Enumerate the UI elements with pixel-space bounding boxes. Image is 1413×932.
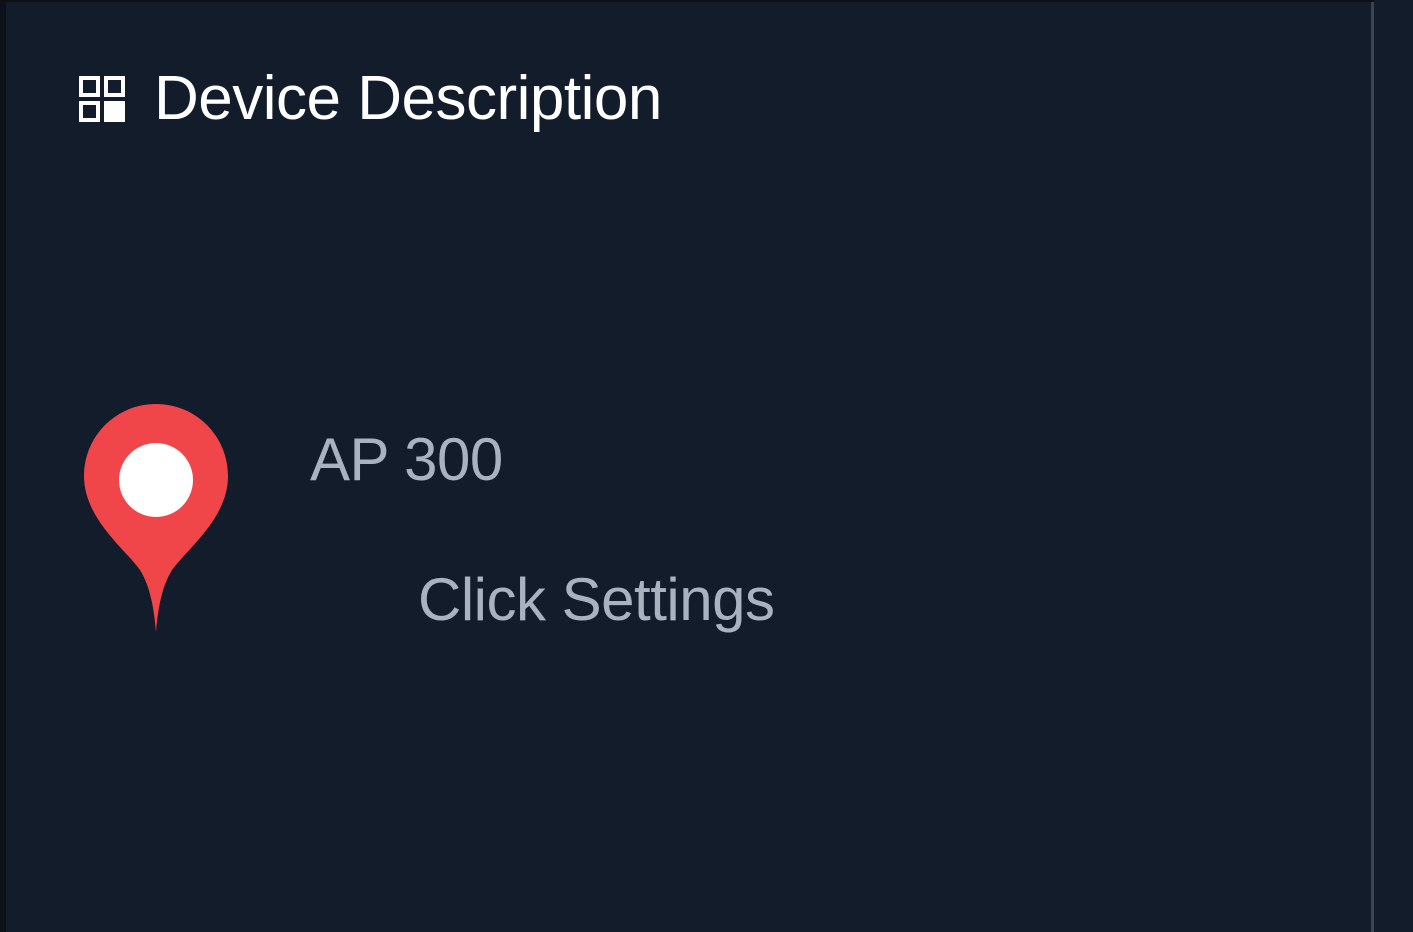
device-item[interactable]: AP 300 Click Settings [80,400,980,660]
location-pin-icon [80,400,232,636]
device-name: AP 300 [310,426,503,493]
device-description-panel: Device Description AP 300 Click Settings [6,2,1374,932]
panel-title: Device Description [154,64,662,133]
grid-icon [78,75,126,123]
right-edge-strip [1374,0,1413,932]
click-settings-link[interactable]: Click Settings [418,570,775,630]
panel-header: Device Description [78,64,662,134]
